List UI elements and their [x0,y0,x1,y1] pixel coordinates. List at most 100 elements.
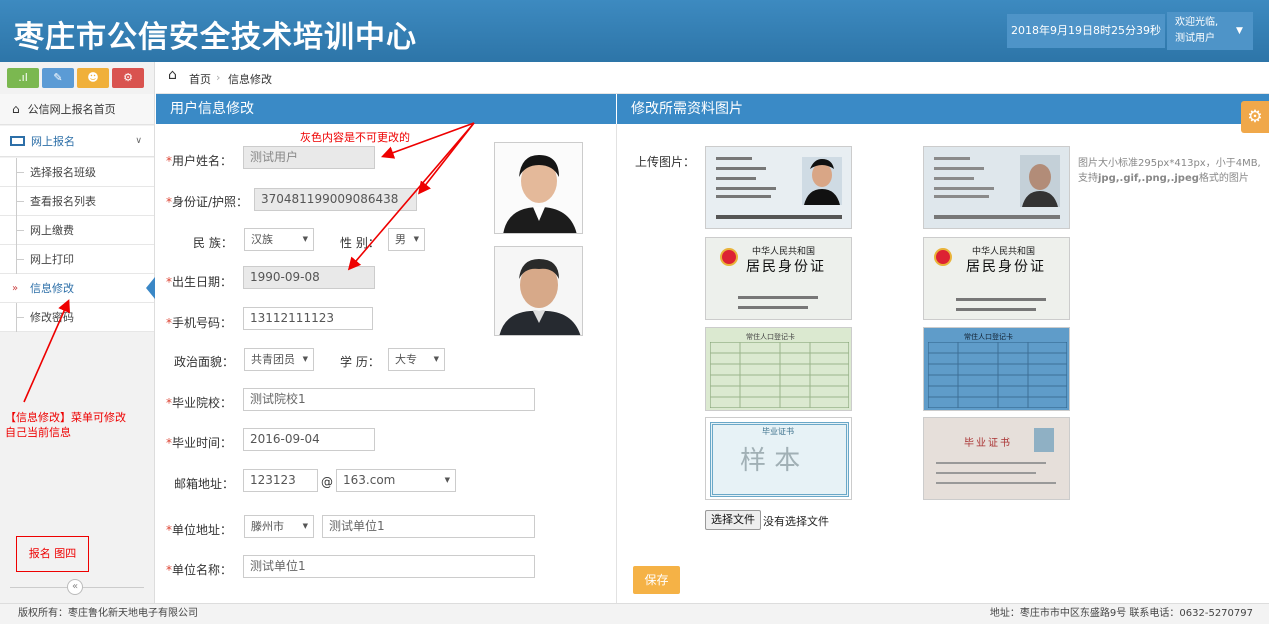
work-name-input[interactable]: 测试单位1 [243,555,535,578]
breadcrumb-home[interactable]: 首页 [189,71,211,87]
hint-line: 格式的图片 [1198,173,1249,184]
sidebar-item-home[interactable]: ⌂ 公信网上报名首页 [0,94,154,125]
tree-line [16,158,24,187]
diploma-title: 毕业证书 [964,438,1012,449]
cogs-icon[interactable]: ⚙ [112,68,144,88]
chart-icon[interactable]: .ıl [7,68,39,88]
id-card-front-image-1 [705,146,852,229]
hukou-title: 常住人口登记卡 [964,333,1013,341]
id-card-front-image-2 [923,146,1070,229]
breadcrumb-separator: › [216,71,221,84]
sidebar-section-online-signup[interactable]: 网上报名 ∨ [0,126,154,157]
gender-label: 性 别： [340,236,380,250]
sample-watermark: 样 本 [740,446,801,476]
work-address-label: *单位地址： [166,521,232,538]
label-text: 毕业时间： [172,436,233,450]
school-label: *毕业院校： [166,394,232,411]
id-card-back-image-2: 中华人民共和国 居民身份证 [923,237,1070,320]
phone-label: *手机号码： [166,314,232,331]
breadcrumb: ⌂ 首页 › 信息修改 [156,62,1269,94]
id-number-field: 370481199009086438 [254,188,417,211]
hint-line: 支持 [1078,173,1098,184]
school-input[interactable]: 测试院校1 [243,388,535,411]
diploma-photo [1034,428,1054,452]
copyright-text: 版权所有：枣庄鲁化新天地电子有限公司 [18,608,198,619]
right-panel-title: 修改所需资料图片 [631,101,743,117]
email-domain-select[interactable]: 163.com [336,469,456,492]
work-address-input[interactable]: 测试单位1 [322,515,535,538]
national-emblem-icon [934,248,952,266]
sidebar-item-label: 网上打印 [30,253,74,266]
email-at-sign: @ [321,475,333,489]
sidebar-item-label: 选择报名班级 [30,166,96,179]
sidebar-item-payment[interactable]: 网上缴费 [0,216,154,245]
breadcrumb-current: 信息修改 [228,73,272,86]
label-text: 身份证/护照： [172,195,249,209]
profile-photo-1 [494,142,583,234]
sidebar-item-label: 修改密码 [30,311,74,324]
settings-gear-icon[interactable]: ⚙ [1241,101,1269,133]
sidebar: .ıl ✎ ☻ ⚙ ⌂ 公信网上报名首页 网上报名 ∨ 选择报名班级 查看报名列表… [0,62,155,603]
pencil-icon[interactable]: ✎ [42,68,74,88]
contact-text: 地址：枣庄市市中区东盛路9号 联系电话：0632-5270797 [989,608,1253,619]
id-card-front-icon [924,147,1069,228]
sidebar-item-select-class[interactable]: 选择报名班级 [0,158,154,187]
political-label: 政治面貌： [174,355,235,369]
diploma-line [936,472,1036,474]
hint-formats: jpg,.gif,.png,.jpeg [1098,173,1199,184]
hint-line: 图片大小标准295px*413px，小于4MB, [1078,158,1261,169]
sidebar-item-change-password[interactable]: 修改密码 [0,303,154,332]
email-user-input[interactable]: 123123 [243,469,318,492]
id-card-title2: 居民身份证 [966,259,1046,275]
choose-file-button[interactable]: 选择文件 [705,510,761,530]
sidebar-item-label: 网上缴费 [30,224,74,237]
no-file-text: 没有选择文件 [763,515,829,528]
sidebar-item-label: 查看报名列表 [30,195,96,208]
caret-down-icon[interactable]: ▼ [1236,26,1243,36]
diploma-image-1: 毕业证书 样 本 [705,417,852,500]
tree-line [16,216,24,245]
tree-line [16,303,24,332]
id-label: *身份证/护照： [166,193,248,210]
id-card-back-image-1: 中华人民共和国 居民身份证 [705,237,852,320]
name-label: *用户姓名： [166,152,232,169]
education-select[interactable]: 大专 [388,348,445,371]
ethnicity-label: 民 族： [193,236,233,250]
left-panel-title: 用户信息修改 [170,101,254,117]
label-text: 单位地址： [172,523,233,537]
sidebar-item-view-list[interactable]: 查看报名列表 [0,187,154,216]
footer: 版权所有：枣庄鲁化新天地电子有限公司 地址：枣庄市市中区东盛路9号 联系电话：0… [0,603,1269,624]
work-name-label: *单位名称： [166,561,232,578]
grad-time-input[interactable]: 2016-09-04 [243,428,375,451]
chevron-down-icon: ∨ [135,136,142,146]
id-card-line [956,308,1036,311]
sidebar-item-label: 信息修改 [30,282,74,295]
national-emblem-icon [720,248,738,266]
collapse-sidebar-icon[interactable]: « [67,579,83,595]
upload-label: 上传图片： [635,155,696,169]
label-text: 出生日期： [172,275,233,289]
name-field: 测试用户 [243,146,375,169]
label-text: 毕业院校： [172,396,233,410]
gender-select[interactable]: 男 [388,228,425,251]
annotation-line: 自己当前信息 [5,426,71,439]
grad-time-label: *毕业时间： [166,434,232,451]
sidebar-item-edit-info[interactable]: » 信息修改 [0,274,155,303]
diploma-line [936,482,1056,484]
group-icon[interactable]: ☻ [77,68,109,88]
household-register-image-1: 常住人口登记卡 [705,327,852,411]
sidebar-item-print[interactable]: 网上打印 [0,245,154,274]
figure-label: 报名 图四 [16,536,89,572]
left-panel-header: 用户信息修改 [156,94,616,124]
ethnicity-select[interactable]: 汉族 [244,228,314,251]
work-city-select[interactable]: 滕州市 [244,515,314,538]
current-datetime: 2018年9月19日8时25分39秒 [1007,14,1165,48]
birth-date-field: 1990-09-08 [243,266,375,289]
phone-input[interactable]: 13112111123 [243,307,373,330]
political-status-select[interactable]: 共青团员 [244,348,314,371]
save-button[interactable]: 保存 [633,566,680,594]
active-arrow-icon [146,277,155,299]
upload-hint: 图片大小标准295px*413px，小于4MB, 支持jpg,.gif,.png… [1078,156,1264,186]
hukou-title: 常住人口登记卡 [746,333,795,341]
sidebar-section-label: 网上报名 [31,135,75,148]
